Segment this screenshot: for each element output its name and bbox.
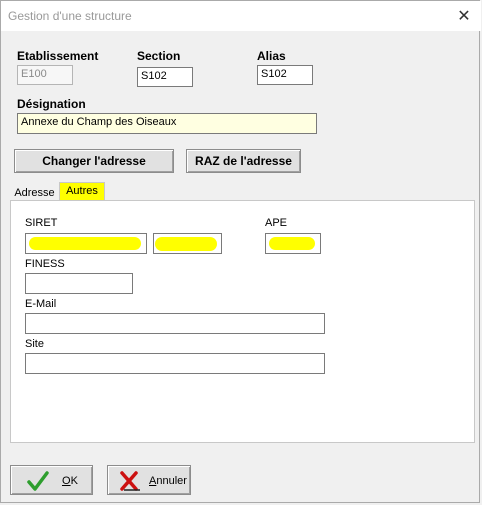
ok-button[interactable]: OK bbox=[10, 465, 93, 495]
title-bar: Gestion d'une structure ✕ bbox=[1, 1, 481, 31]
etablissement-label: Etablissement bbox=[17, 49, 99, 63]
site-field[interactable] bbox=[25, 353, 325, 374]
designation-field[interactable]: Annexe du Champ des Oiseaux bbox=[17, 113, 317, 134]
finess-field[interactable] bbox=[25, 273, 133, 294]
section-field[interactable]: S102 bbox=[137, 67, 193, 87]
alias-field[interactable]: S102 bbox=[257, 65, 313, 85]
siret-field[interactable] bbox=[25, 233, 147, 254]
ape-label: APE bbox=[265, 217, 288, 229]
siret-label: SIRET bbox=[25, 217, 58, 229]
redaction-mark bbox=[269, 237, 315, 250]
close-icon: ✕ bbox=[457, 8, 471, 25]
email-field[interactable] bbox=[25, 313, 325, 334]
ape-field[interactable] bbox=[265, 233, 321, 254]
reset-address-button[interactable]: RAZ de l'adresse bbox=[186, 149, 301, 173]
alias-label: Alias bbox=[257, 49, 286, 63]
redaction-mark bbox=[155, 237, 217, 251]
close-button[interactable]: ✕ bbox=[451, 4, 477, 28]
annuler-label: Annuler bbox=[149, 475, 187, 487]
ok-label: OK bbox=[62, 475, 78, 487]
checkmark-icon bbox=[27, 471, 49, 491]
tab-autres[interactable]: Autres bbox=[59, 182, 105, 201]
finess-label: FINESS bbox=[25, 258, 65, 270]
designation-label: Désignation bbox=[17, 97, 86, 111]
email-label: E-Mail bbox=[25, 298, 57, 310]
window-title: Gestion d'une structure bbox=[8, 9, 132, 23]
cancel-button[interactable]: Annuler bbox=[107, 465, 191, 495]
cancel-x-icon bbox=[120, 471, 140, 491]
site-label: Site bbox=[25, 338, 44, 350]
change-address-button[interactable]: Changer l'adresse bbox=[14, 149, 174, 173]
section-label: Section bbox=[137, 49, 181, 63]
etablissement-field[interactable]: E100 bbox=[17, 65, 73, 85]
dialog-window: Gestion d'une structure ✕ Etablissement … bbox=[0, 0, 481, 503]
siret-key-field[interactable] bbox=[153, 233, 222, 254]
redaction-mark bbox=[29, 237, 141, 250]
